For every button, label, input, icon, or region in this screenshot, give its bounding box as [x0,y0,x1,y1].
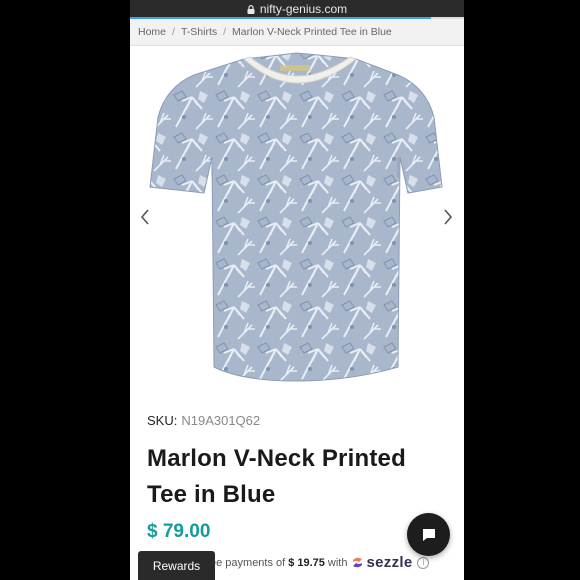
lock-icon [247,5,255,14]
product-image [149,52,443,382]
breadcrumb-tshirts-link[interactable]: T-Shirts [181,26,217,38]
product-title-line: Tee in Blue [147,481,276,508]
breadcrumb-home-link[interactable]: Home [138,26,166,38]
rewards-button[interactable]: Rewards [138,551,215,580]
address-bar[interactable]: nifty-genius.com [130,0,464,17]
product-sku: SKU: N19A301Q62 [147,413,260,428]
product-price: $ 79.00 [147,521,211,542]
sezzle-installments: ee payments of $ 19.75 with sezzle i [210,554,430,571]
product-title: Marlon V-Neck Printed Tee in Blue [147,441,447,513]
installments-prefix: ee payments of [210,556,286,569]
url-text: nifty-genius.com [259,1,348,16]
breadcrumb-separator: / [223,26,227,38]
breadcrumb: Home / T-Shirts / Marlon V-Neck Printed … [130,19,464,46]
breadcrumb-current: Marlon V-Neck Printed Tee in Blue [232,26,392,38]
chat-icon [422,528,435,541]
installments-with: with [327,556,348,569]
breadcrumb-separator: / [172,26,175,38]
sku-label: SKU: [147,413,178,428]
product-title-line: Marlon V-Neck Printed [147,445,406,472]
sku-value: N19A301Q62 [181,413,261,428]
product-image-carousel[interactable] [130,47,464,390]
installment-amount: $ 19.75 [288,556,325,569]
sezzle-logo-icon [353,557,363,568]
mobile-browser-viewport: nifty-genius.com Home / T-Shirts / Marlo… [130,0,464,580]
chevron-left-icon[interactable] [138,207,152,227]
sezzle-wordmark[interactable]: sezzle [366,554,412,571]
chevron-right-icon[interactable] [441,207,455,227]
chat-button[interactable] [407,513,450,556]
info-icon[interactable]: i [417,556,430,569]
